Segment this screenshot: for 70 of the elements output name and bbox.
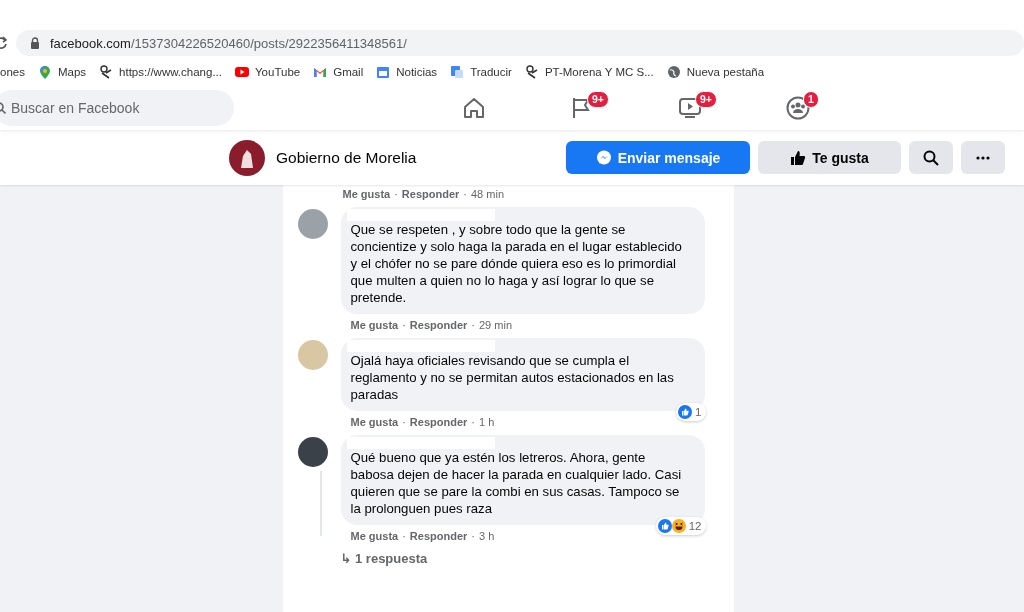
separator-dot: · bbox=[471, 416, 475, 428]
bookmark-link[interactable]: Gmail bbox=[313, 65, 364, 79]
comment-text: Ojalá haya oficiales revisando que se cumpla el reglamento y no se permitan autos estacionados en las paradas bbox=[350, 352, 675, 403]
thumbs-up-icon bbox=[657, 519, 672, 533]
reaction-count[interactable]: 1 bbox=[676, 403, 706, 421]
video-icon bbox=[678, 96, 702, 120]
thumbs-up-icon bbox=[678, 405, 693, 419]
bookmark-link[interactable]: Noticias bbox=[376, 65, 438, 79]
separator-dot: · bbox=[471, 530, 475, 542]
notification-badge: 9+ bbox=[587, 91, 609, 108]
comment-text: Qué bueno que ya estén los letreros. Ahora, gente babosa dejen de hacer la parada en cualquier lado. Casi quieren que se pare la combi en sus casas. Tampoco se la prolonguen pues raza bbox=[350, 449, 683, 517]
comment-action-link[interactable]: Responder bbox=[409, 530, 468, 542]
comment-action-link[interactable]: Me gusta bbox=[350, 530, 399, 542]
bookmark-link[interactable]: YouTube bbox=[235, 65, 301, 79]
separator-dot: · bbox=[471, 319, 475, 331]
reaction-count[interactable]: 12 bbox=[655, 517, 706, 535]
notification-badge: 1 bbox=[803, 91, 819, 108]
search-icon bbox=[923, 149, 939, 166]
bookmark-icon bbox=[524, 65, 539, 79]
avatar-photo[interactable] bbox=[297, 437, 328, 467]
bookmark-icon bbox=[99, 65, 114, 79]
separator-dot: · bbox=[402, 319, 406, 331]
bookmark-link[interactable]: Traducir bbox=[450, 65, 512, 79]
comment-time: 48 min bbox=[471, 188, 505, 200]
comment-time: 3 h bbox=[479, 530, 495, 542]
translate-icon bbox=[450, 65, 465, 79]
separator-dot: · bbox=[402, 416, 406, 428]
more-icon bbox=[976, 155, 990, 160]
search-field[interactable]: Buscar en Facebook bbox=[0, 90, 234, 126]
send-message-button[interactable]: Enviar mensaje bbox=[566, 141, 750, 174]
more-button[interactable] bbox=[961, 141, 1005, 174]
bookmark-link[interactable]: https://www.chang... bbox=[99, 65, 222, 79]
lock-icon bbox=[30, 37, 40, 49]
messenger-icon bbox=[595, 149, 612, 166]
comment-action-link[interactable]: Me gusta bbox=[342, 188, 391, 200]
thumbs-up-icon bbox=[790, 149, 807, 166]
laughing-face-icon bbox=[671, 519, 686, 533]
nav-tab[interactable]: 9+ bbox=[636, 88, 744, 128]
news-icon bbox=[376, 65, 391, 79]
replies-link[interactable]: ↳ 1 respuesta bbox=[340, 551, 734, 566]
comment-action-link[interactable]: Me gusta bbox=[350, 319, 399, 331]
play-logo-icon bbox=[235, 65, 249, 79]
home-icon bbox=[462, 96, 486, 120]
separator-dot: · bbox=[402, 530, 406, 542]
bookmark-link[interactable]: Nueva pestaña bbox=[666, 65, 765, 79]
comment-time: 29 min bbox=[479, 319, 513, 331]
nav-tab[interactable]: 9+ bbox=[528, 88, 636, 128]
separator-dot: · bbox=[394, 188, 398, 200]
like-page-button[interactable]: Te gusta bbox=[758, 141, 901, 174]
bookmark-link[interactable]: Maps bbox=[37, 65, 87, 79]
map-pin-icon bbox=[37, 65, 52, 79]
bookmark-link[interactable]: PT-Morena Y MC S... bbox=[524, 65, 654, 79]
mail-logo-icon bbox=[313, 65, 328, 79]
comment-time: 1 h bbox=[479, 416, 495, 428]
bookmark-link[interactable]: ones bbox=[0, 66, 25, 78]
comment-action-link[interactable]: Responder bbox=[409, 319, 468, 331]
page-logo-icon bbox=[229, 139, 265, 176]
people-icon bbox=[786, 96, 810, 120]
address-bar[interactable]: facebook.com/1537304226520460/posts/2922356411348561/ bbox=[16, 30, 1024, 56]
comment-text: Que se respeten , y sobre todo que la gente se concientize y solo haga la parada en el lugar establecido y el chófer no se pare dónde quiera eso es lo primordial que multen a quien no lo haga y así lograr lo que se pretende. bbox=[350, 221, 683, 306]
comment-action-link[interactable]: Me gusta bbox=[350, 416, 399, 428]
search-input[interactable]: Buscar en Facebook bbox=[11, 100, 211, 116]
globe-icon bbox=[666, 65, 681, 79]
comment-action-link[interactable]: Responder bbox=[409, 416, 468, 428]
separator-dot: · bbox=[463, 188, 467, 200]
comment-action-link[interactable]: Responder bbox=[401, 188, 460, 200]
search-button[interactable] bbox=[909, 141, 953, 174]
notification-badge: 9+ bbox=[695, 91, 717, 108]
nav-tab[interactable]: 1 bbox=[744, 88, 852, 128]
page-name[interactable]: Gobierno de Morelia bbox=[276, 148, 417, 167]
